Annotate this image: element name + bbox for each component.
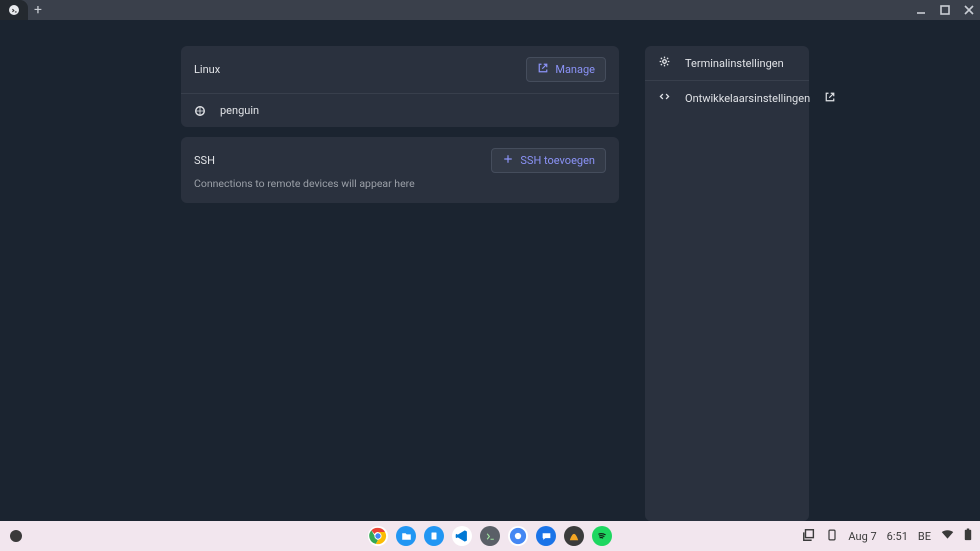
spotify-icon[interactable] bbox=[592, 526, 612, 546]
developer-settings-item[interactable]: Ontwikkelaarsinstellingen bbox=[645, 81, 809, 115]
wifi-icon bbox=[941, 528, 954, 544]
container-name-label: penguin bbox=[220, 104, 259, 117]
ssh-card-title: SSH bbox=[194, 154, 215, 167]
terminal-settings-item[interactable]: Terminalinstellingen bbox=[645, 46, 809, 81]
add-ssh-button-label: SSH toevoegen bbox=[520, 154, 595, 167]
linux-container-row[interactable]: penguin bbox=[181, 94, 619, 127]
chrome-icon[interactable] bbox=[368, 526, 388, 546]
plus-icon bbox=[502, 153, 514, 168]
title-bar: + bbox=[0, 0, 980, 20]
stacked-windows-icon[interactable] bbox=[802, 528, 816, 545]
status-tray[interactable]: Aug 7 6:51 BE bbox=[802, 528, 980, 545]
developer-settings-label: Ontwikkelaarsinstellingen bbox=[685, 92, 810, 105]
active-tab[interactable] bbox=[0, 0, 28, 20]
terminal-app-icon[interactable] bbox=[480, 526, 500, 546]
battery-icon bbox=[964, 528, 972, 544]
app-generic-icon[interactable] bbox=[564, 526, 584, 546]
status-date: Aug 7 bbox=[848, 530, 876, 543]
messages-icon[interactable] bbox=[536, 526, 556, 546]
new-tab-button[interactable]: + bbox=[28, 0, 48, 20]
maximize-button[interactable] bbox=[938, 3, 952, 17]
gear-icon bbox=[658, 55, 671, 71]
linux-card: Linux Manage penguin bbox=[181, 46, 619, 127]
manage-button-label: Manage bbox=[555, 63, 595, 76]
close-button[interactable] bbox=[962, 3, 976, 17]
linux-card-title: Linux bbox=[194, 63, 220, 76]
ssh-empty-text: Connections to remote devices will appea… bbox=[181, 177, 619, 203]
add-ssh-button[interactable]: SSH toevoegen bbox=[491, 148, 606, 173]
terminal-settings-label: Terminalinstellingen bbox=[685, 57, 784, 70]
settings-card: Terminalinstellingen Ontwikkelaarsinstel… bbox=[645, 46, 809, 521]
minimize-button[interactable] bbox=[914, 3, 928, 17]
docs-icon[interactable] bbox=[424, 526, 444, 546]
manage-linux-button[interactable]: Manage bbox=[526, 57, 606, 82]
phone-hub-icon[interactable] bbox=[826, 528, 838, 545]
terminal-tab-icon bbox=[9, 5, 19, 15]
status-locale: BE bbox=[918, 530, 931, 543]
shelf-apps bbox=[368, 526, 612, 546]
terminal-home-content: Linux Manage penguin SSH bbox=[0, 20, 980, 521]
container-icon bbox=[194, 105, 206, 117]
code-icon bbox=[658, 90, 671, 106]
launcher-button[interactable] bbox=[10, 530, 22, 542]
status-time: 6:51 bbox=[887, 530, 908, 543]
external-link-icon bbox=[537, 62, 549, 77]
ssh-card: SSH SSH toevoegen Connections to remote … bbox=[181, 137, 619, 203]
vscode-icon[interactable] bbox=[452, 526, 472, 546]
shelf: Aug 7 6:51 BE bbox=[0, 521, 980, 551]
files-icon[interactable] bbox=[396, 526, 416, 546]
external-link-icon bbox=[824, 91, 836, 106]
chromium-icon[interactable] bbox=[508, 526, 528, 546]
